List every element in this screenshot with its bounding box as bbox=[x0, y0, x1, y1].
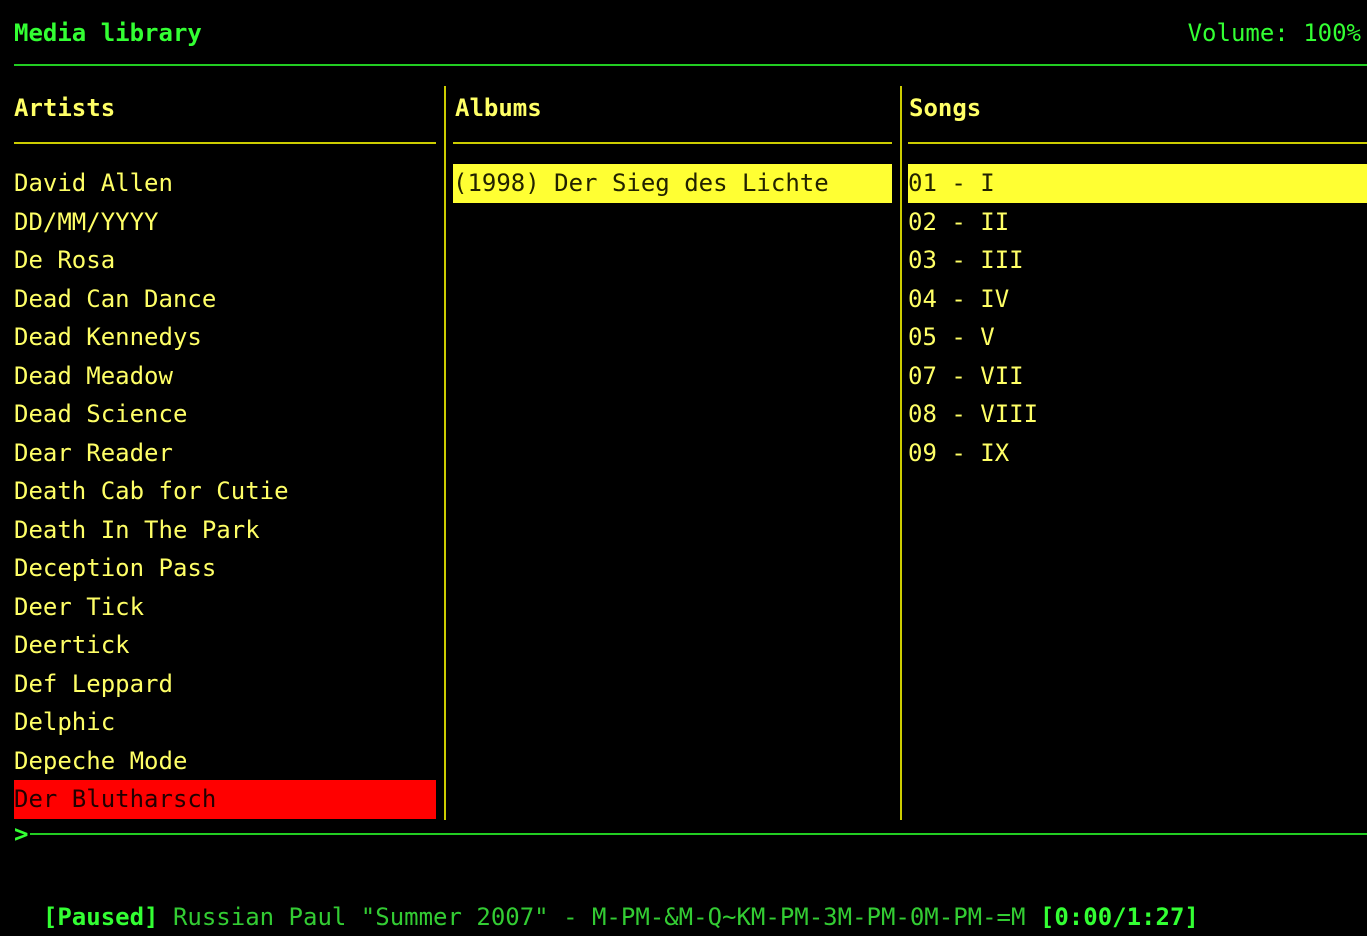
artists-list[interactable]: David Allen DD/MM/YYYY De Rosa Dead Can … bbox=[14, 164, 436, 819]
artist-item[interactable]: Delphic bbox=[14, 703, 436, 742]
command-prompt-icon[interactable]: > bbox=[14, 819, 28, 849]
song-item[interactable]: 09 - IX bbox=[908, 434, 1367, 473]
app-title: Media library bbox=[14, 19, 202, 47]
artist-item[interactable]: David Allen bbox=[14, 164, 436, 203]
playback-state: [Paused] bbox=[42, 903, 159, 931]
artist-item[interactable]: Def Leppard bbox=[14, 665, 436, 704]
artist-item[interactable]: Death Cab for Cutie bbox=[14, 472, 436, 511]
artist-item-selected[interactable]: Der Blutharsch bbox=[14, 780, 436, 819]
top-bar: Media library Volume: 100% bbox=[0, 0, 1367, 66]
artist-item[interactable]: Dead Kennedys bbox=[14, 318, 436, 357]
artist-item[interactable]: Dead Can Dance bbox=[14, 280, 436, 319]
song-item[interactable]: 04 - IV bbox=[908, 280, 1367, 319]
playback-time: [0:00/1:27] bbox=[1039, 903, 1199, 931]
albums-list[interactable]: (1998) Der Sieg des Lichte bbox=[453, 164, 892, 203]
artist-item[interactable]: DD/MM/YYYY bbox=[14, 203, 436, 242]
artist-item[interactable]: De Rosa bbox=[14, 241, 436, 280]
artists-header-underline bbox=[14, 142, 436, 144]
top-divider bbox=[14, 64, 1367, 66]
song-item-selected[interactable]: 01 - I bbox=[908, 164, 1367, 203]
songs-header-underline bbox=[908, 142, 1367, 144]
column-separator-2 bbox=[900, 86, 902, 820]
songs-list[interactable]: 01 - I 02 - II 03 - III 04 - IV 05 - V 0… bbox=[908, 164, 1367, 472]
song-item[interactable]: 03 - III bbox=[908, 241, 1367, 280]
status-bar: [Paused] Russian Paul "Summer 2007" - M-… bbox=[14, 860, 1199, 936]
song-item[interactable]: 02 - II bbox=[908, 203, 1367, 242]
volume-indicator: Volume: 100% bbox=[1187, 19, 1361, 47]
artist-item[interactable]: Dead Science bbox=[14, 395, 436, 434]
now-playing-track: Russian Paul "Summer 2007" - M-PM-&M-Q~K… bbox=[158, 903, 1040, 931]
artist-item[interactable]: Dear Reader bbox=[14, 434, 436, 473]
artist-item[interactable]: Death In The Park bbox=[14, 511, 436, 550]
artist-item[interactable]: Dead Meadow bbox=[14, 357, 436, 396]
artist-item[interactable]: Deception Pass bbox=[14, 549, 436, 588]
column-separator-1 bbox=[444, 86, 446, 820]
song-item[interactable]: 07 - VII bbox=[908, 357, 1367, 396]
bottom-divider bbox=[30, 833, 1367, 835]
artists-header: Artists bbox=[14, 94, 116, 122]
songs-header: Songs bbox=[909, 94, 982, 122]
artist-item[interactable]: Deer Tick bbox=[14, 588, 436, 627]
song-item[interactable]: 08 - VIII bbox=[908, 395, 1367, 434]
album-item-selected[interactable]: (1998) Der Sieg des Lichte bbox=[453, 164, 892, 203]
song-item[interactable]: 05 - V bbox=[908, 318, 1367, 357]
artist-item[interactable]: Deertick bbox=[14, 626, 436, 665]
albums-header-underline bbox=[453, 142, 892, 144]
albums-header: Albums bbox=[455, 94, 542, 122]
artist-item[interactable]: Depeche Mode bbox=[14, 742, 436, 781]
